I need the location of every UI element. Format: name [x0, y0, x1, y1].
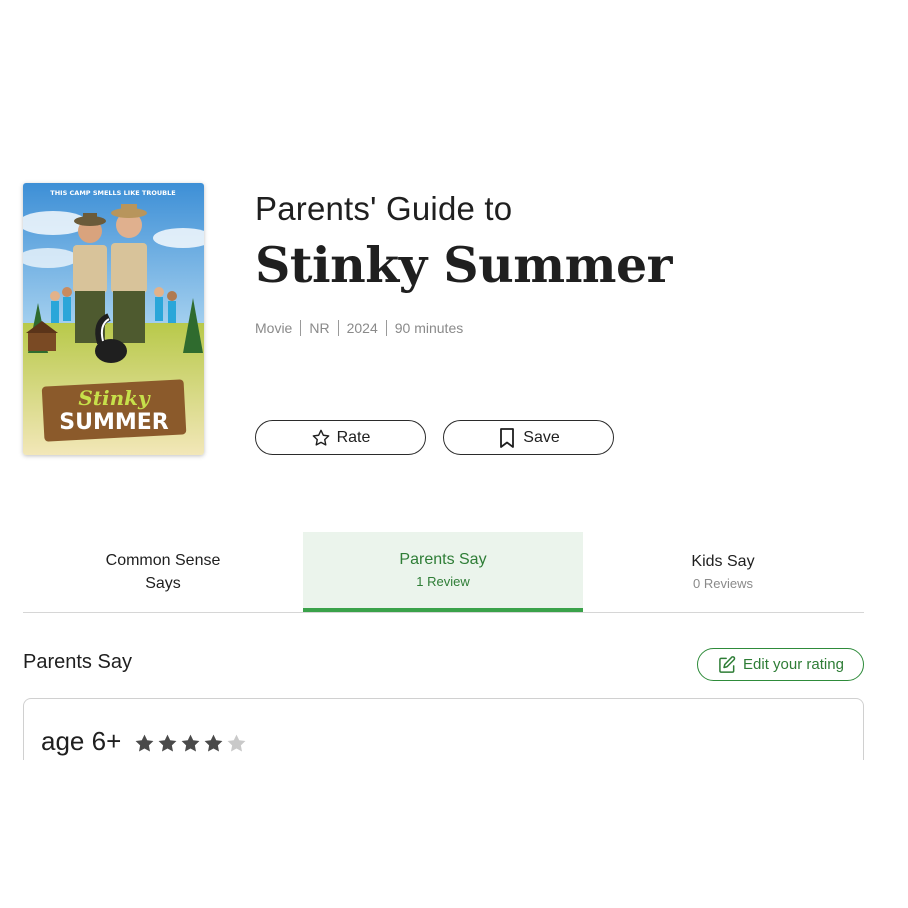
tab-parents-say[interactable]: Parents Say 1 Review: [303, 532, 583, 612]
tab-label: Kids Say: [691, 553, 755, 570]
review-age: age 6+: [41, 726, 122, 756]
movie-poster[interactable]: Stinky SUMMER THIS CAMP SMELLS LIKE TROU…: [23, 183, 204, 455]
meta-divider: [337, 320, 339, 336]
meta-rating: NR: [309, 320, 330, 336]
star-rating: [134, 733, 247, 754]
meta-type: Movie: [255, 320, 293, 336]
star-outline-icon: [312, 429, 329, 446]
page-title: Stinky Summer: [255, 236, 672, 294]
star-empty-icon: [227, 734, 246, 752]
tab-label: Parents Say: [399, 551, 487, 568]
star-filled-icon: [204, 734, 223, 752]
poster-logo-line2: SUMMER: [59, 410, 169, 435]
tab-common-sense-says[interactable]: Common Sense Says: [23, 532, 303, 612]
bookmark-icon: [500, 427, 515, 448]
edit-pencil-icon: [719, 655, 736, 673]
poster-image: Stinky SUMMER THIS CAMP SMELLS LIKE TROU…: [23, 183, 204, 455]
section-title: Parents Say: [23, 651, 132, 673]
star-filled-icon: [181, 734, 200, 752]
edit-rating-label: Edit your rating: [743, 656, 844, 673]
meta-year: 2024: [346, 320, 378, 336]
rate-button[interactable]: Rate: [255, 420, 426, 455]
meta-runtime: 90 minutes: [394, 320, 464, 336]
poster-logo-line1: Stinky: [78, 386, 151, 410]
review-card: age 6+: [23, 698, 864, 760]
tab-label: Common Sense Says: [105, 552, 221, 592]
edit-rating-button[interactable]: Edit your rating: [697, 648, 864, 681]
movie-meta: Movie NR 2024 90 minutes: [255, 320, 463, 336]
meta-divider: [385, 320, 387, 336]
star-filled-icon: [135, 734, 154, 752]
guide-label: Parents' Guide to: [255, 190, 513, 227]
save-button-label: Save: [523, 428, 560, 446]
star-filled-icon: [158, 734, 177, 752]
tab-count: 1 Review: [416, 574, 470, 589]
tab-kids-say[interactable]: Kids Say 0 Reviews: [583, 532, 863, 612]
rate-button-label: Rate: [336, 428, 371, 446]
save-button[interactable]: Save: [443, 420, 614, 455]
tab-count: 0 Reviews: [693, 576, 753, 591]
meta-divider: [300, 320, 302, 336]
poster-tagline: THIS CAMP SMELLS LIKE TROUBLE: [50, 189, 175, 197]
review-tabs: Common Sense Says Parents Say 1 Review K…: [23, 532, 864, 613]
